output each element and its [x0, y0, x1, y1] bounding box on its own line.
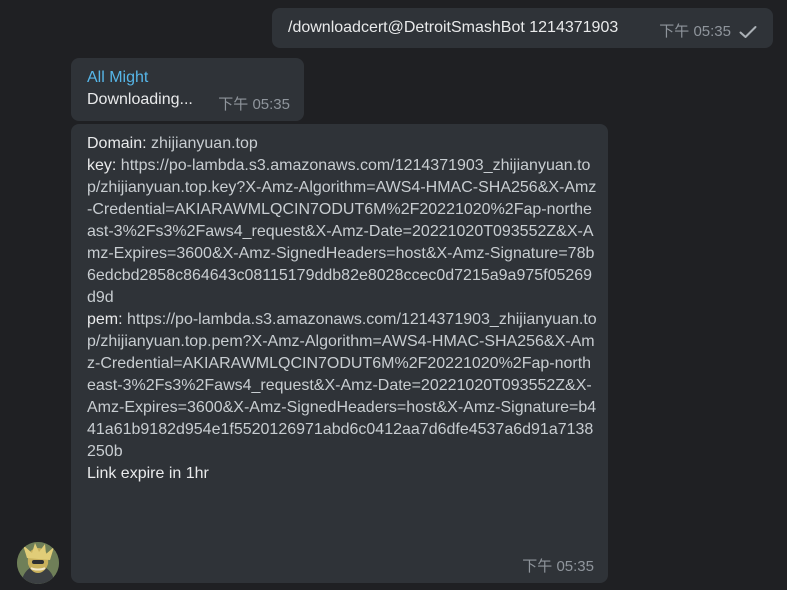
check-icon [739, 26, 757, 38]
avatar[interactable] [17, 542, 59, 584]
message-body: Domain: zhijianyuan.top key: https://po-… [87, 133, 597, 485]
incoming-result-message[interactable]: Domain: zhijianyuan.top key: https://po-… [71, 124, 608, 583]
outgoing-message[interactable]: /downloadcert@DetroitSmashBot 1214371903… [272, 8, 773, 48]
domain-label: Domain: [87, 135, 147, 152]
message-time: 下午 05:35 [218, 96, 290, 113]
pem-line: pem: https://po-lambda.s3.amazonaws.com/… [87, 309, 597, 463]
chat-window: /downloadcert@DetroitSmashBot 1214371903… [0, 0, 787, 590]
command-argument: 1214371903 [529, 19, 619, 36]
expiry-note: Link expire in 1hr [87, 465, 209, 482]
bot-command[interactable]: /downloadcert@DetroitSmashBot [288, 19, 525, 36]
avatar-image [17, 542, 59, 584]
sender-name[interactable]: All Might [87, 67, 288, 89]
key-link[interactable]: https://po-lambda.s3.amazonaws.com/12143… [87, 157, 596, 306]
message-time: 下午 05:35 [522, 558, 594, 575]
pem-link[interactable]: https://po-lambda.s3.amazonaws.com/12143… [87, 311, 597, 460]
pem-label: pem: [87, 311, 123, 328]
message-meta: 下午 05:35 [659, 21, 757, 43]
domain-line: Domain: zhijianyuan.top [87, 133, 597, 155]
message-time: 下午 05:35 [659, 23, 731, 40]
incoming-status-message[interactable]: All Might Downloading... 下午 05:35 [71, 58, 304, 121]
key-line: key: https://po-lambda.s3.amazonaws.com/… [87, 155, 597, 309]
domain-link[interactable]: zhijianyuan.top [151, 135, 258, 152]
key-label: key: [87, 157, 117, 174]
